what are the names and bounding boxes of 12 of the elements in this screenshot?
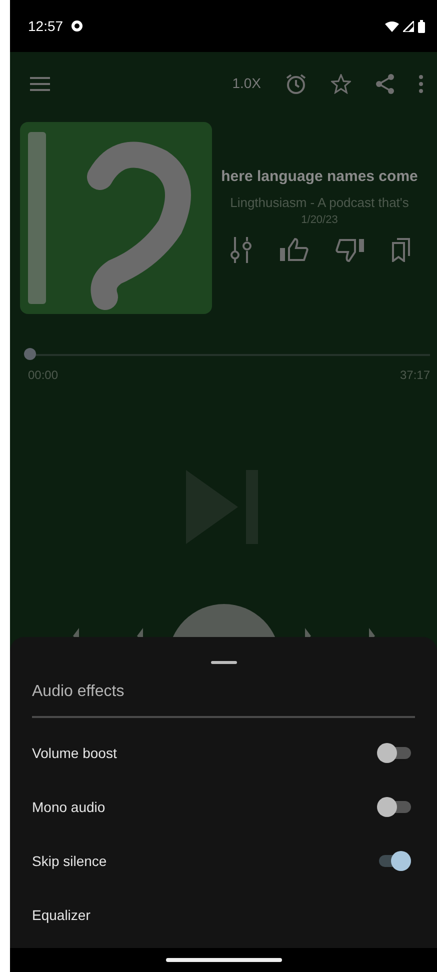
sheet-title: Audio effects: [32, 664, 415, 718]
menu-item[interactable]: Equalizer: [32, 904, 90, 926]
duration-time: 37:17: [400, 367, 430, 384]
episode-date: 1/20/23: [301, 213, 338, 228]
episode-title: here language names come: [221, 167, 418, 187]
setting-label: Mono audio: [32, 798, 106, 816]
clock-time: 12:57: [28, 16, 64, 36]
setting-label: Volume boost: [32, 744, 117, 762]
elapsed-time: 00:00: [28, 367, 58, 384]
setting-label: Skip silence: [32, 852, 107, 871]
podcast-name: Lingthusiasm - A podcast that's: [230, 194, 409, 212]
speed-button[interactable]: 1.0X: [232, 73, 261, 94]
